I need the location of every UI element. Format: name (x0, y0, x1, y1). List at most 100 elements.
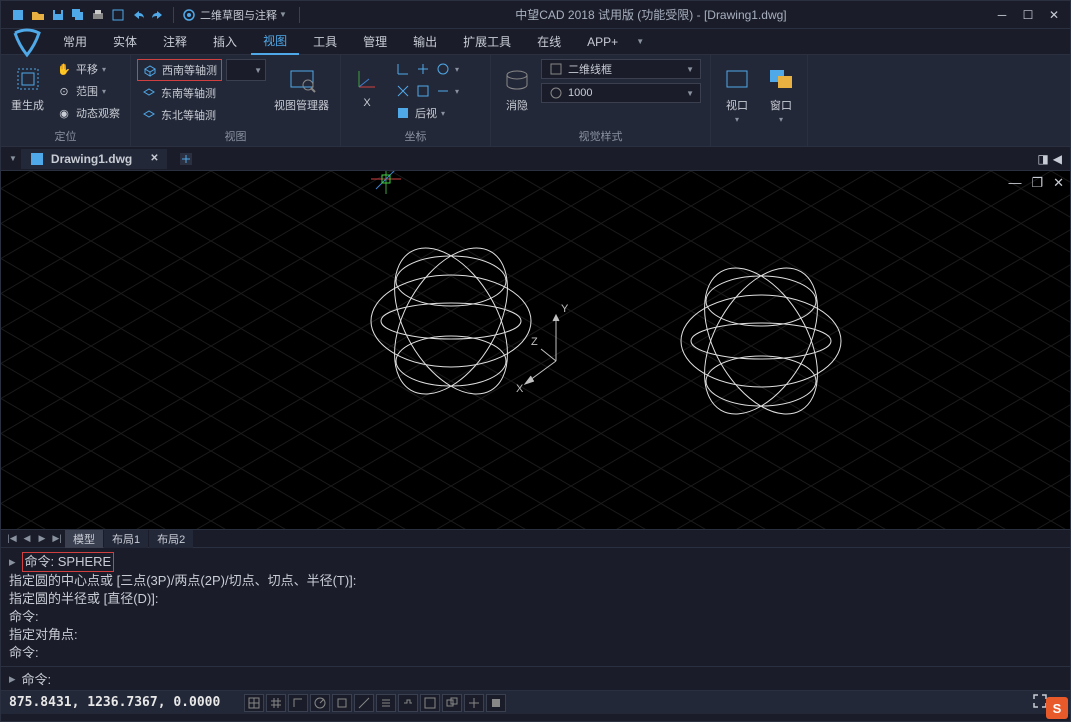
document-tabstrip: ▼ Drawing1.dwg ✕ ◨ ◀ (1, 147, 1070, 171)
ime-badge[interactable]: S (1046, 697, 1068, 719)
model-toggle[interactable] (420, 694, 440, 712)
ortho-toggle[interactable] (288, 694, 308, 712)
command-prompt: 命令: (22, 669, 52, 688)
qat-print-icon[interactable] (89, 6, 107, 24)
se-iso-button[interactable]: 东南等轴测 (137, 83, 222, 103)
osnap-toggle[interactable] (332, 694, 352, 712)
layout-tab-model[interactable]: 模型 (65, 530, 103, 548)
viewport-button[interactable]: 视口 ▾ (717, 59, 757, 128)
layout-nav-first-icon[interactable]: |◀ (5, 532, 19, 546)
qat-preview-icon[interactable] (109, 6, 127, 24)
ucs-world-button[interactable]: X (347, 59, 387, 113)
tab-common[interactable]: 常用 (51, 29, 99, 54)
scale-input[interactable]: 1000 ▼ (541, 83, 701, 103)
viewport-window-controls: — ❐ ✕ (1008, 175, 1064, 191)
orbit-icon: ◉ (56, 105, 72, 121)
workspace-dropdown-icon[interactable]: ▼ (279, 10, 287, 19)
command-input[interactable]: ▸ 命令: (1, 666, 1070, 690)
tab-tools[interactable]: 工具 (301, 29, 349, 54)
doctab-list-icon[interactable]: ▼ (9, 154, 17, 163)
otrack-toggle[interactable] (354, 694, 374, 712)
orbit-button[interactable]: ◉动态观察 (52, 103, 124, 123)
tab-online[interactable]: 在线 (525, 29, 573, 54)
tab-manage[interactable]: 管理 (351, 29, 399, 54)
ucs-y-label: Y (561, 303, 568, 315)
extra2-toggle[interactable] (486, 694, 506, 712)
vp-close-icon[interactable]: ✕ (1053, 175, 1064, 191)
window-button[interactable]: 窗口 ▾ (761, 59, 801, 128)
cycle-toggle[interactable] (442, 694, 462, 712)
vp-minimize-icon[interactable]: — (1008, 175, 1021, 191)
extra-toggle[interactable] (464, 694, 484, 712)
document-tab-name: Drawing1.dwg (51, 152, 132, 166)
document-tab-add-icon[interactable] (177, 150, 195, 168)
ucs-icon-1[interactable]: ▾ (391, 59, 463, 79)
tab-output[interactable]: 输出 (401, 29, 449, 54)
layout-tab-layout2[interactable]: 布局2 (149, 530, 193, 548)
regen-icon (12, 63, 44, 95)
doctab-expand-icon[interactable]: ◨ (1037, 152, 1048, 166)
hide-button[interactable]: 消隐 (497, 59, 537, 117)
ne-iso-button[interactable]: 东北等轴测 (137, 105, 222, 125)
ucs-world-icon (351, 63, 383, 95)
regen-button[interactable]: 重生成 (7, 59, 48, 117)
tab-view[interactable]: 视图 (251, 28, 299, 55)
document-tab[interactable]: Drawing1.dwg ✕ (21, 149, 167, 169)
snap-toggle[interactable] (244, 694, 264, 712)
tab-ext[interactable]: 扩展工具 (451, 29, 523, 54)
qat-save-icon[interactable] (49, 6, 67, 24)
qat-redo-icon[interactable] (149, 6, 167, 24)
viewport-label: 视口 (726, 97, 748, 113)
sw-iso-button[interactable]: 西南等轴测 (137, 59, 222, 81)
qat-new-icon[interactable] (9, 6, 27, 24)
ribbon-group-ucs-label: 坐标 (347, 126, 484, 144)
tab-overflow-icon[interactable]: ▼ (636, 37, 644, 46)
layout-nav-next-icon[interactable]: ▶ (35, 532, 49, 546)
dwg-icon (29, 151, 45, 167)
tab-insert[interactable]: 插入 (201, 29, 249, 54)
vp-restore-icon[interactable]: ❐ (1031, 175, 1043, 191)
tab-app[interactable]: APP+ (575, 31, 630, 53)
polar-toggle[interactable] (310, 694, 330, 712)
grid-toggle[interactable] (266, 694, 286, 712)
command-history[interactable]: ▸命令: SPHERE 指定圆的中心点或 [三点(3P)/两点(2P)/切点、切… (1, 548, 1070, 666)
layout-nav-prev-icon[interactable]: ◀ (20, 532, 34, 546)
pan-button[interactable]: ✋平移▾ (52, 59, 124, 79)
tab-annotate[interactable]: 注释 (151, 29, 199, 54)
workspace-label[interactable]: 二维草图与注释 (200, 7, 277, 23)
view-manager-button[interactable]: 视图管理器 (270, 59, 333, 117)
doctab-menu-icon[interactable]: ◀ (1053, 152, 1062, 166)
ribbon-group-visual: 消隐 二维线框 ▼ 1000 ▼ 视觉样式 (491, 55, 711, 146)
qat-open-icon[interactable] (29, 6, 47, 24)
view-preset-dropdown[interactable]: ▼ (226, 59, 266, 81)
coordinates-readout[interactable]: 875.8431, 1236.7367, 0.0000 (9, 695, 220, 710)
ribbon-group-view: 西南等轴测 东南等轴测 东北等轴测 ▼ 视图管理器 视图 (131, 55, 341, 146)
close-button[interactable]: ✕ (1042, 5, 1066, 25)
ribbon-group-viewport: 视口 ▾ 窗口 ▾ (711, 55, 808, 146)
scale-icon (548, 85, 564, 101)
workspace-icon[interactable] (180, 6, 198, 24)
maximize-button[interactable]: ☐ (1016, 5, 1040, 25)
cmd-toggle-icon[interactable]: ▸ (9, 554, 16, 569)
visual-style-dropdown[interactable]: 二维线框 ▼ (541, 59, 701, 79)
back-view-button[interactable]: 后视▾ (391, 103, 463, 123)
ucs-icon-2[interactable]: ▾ (391, 81, 463, 101)
command-area: ▸命令: SPHERE 指定圆的中心点或 [三点(3P)/两点(2P)/切点、切… (1, 547, 1070, 690)
cmd-history-line: 命令: (9, 608, 1062, 626)
layout-nav-last-icon[interactable]: ▶| (50, 532, 64, 546)
qat-saveall-icon[interactable] (69, 6, 87, 24)
cmd-expand-icon[interactable]: ▸ (9, 671, 16, 687)
back-view-icon (395, 105, 411, 121)
minimize-button[interactable]: ─ (990, 5, 1014, 25)
dyn-toggle[interactable] (398, 694, 418, 712)
tab-solid[interactable]: 实体 (101, 29, 149, 54)
ribbon-group-visual-label: 视觉样式 (497, 126, 704, 144)
extents-button[interactable]: ⊙范围▾ (52, 81, 124, 101)
ribbon-group-viewport-label (717, 130, 801, 144)
layout-tab-layout1[interactable]: 布局1 (104, 530, 148, 548)
drawing-viewport[interactable]: Y X Z — ❐ ✕ (1, 171, 1070, 529)
document-tab-close-icon[interactable]: ✕ (150, 153, 158, 164)
qat-undo-icon[interactable] (129, 6, 147, 24)
lwt-toggle[interactable] (376, 694, 396, 712)
app-logo-icon (9, 25, 45, 61)
